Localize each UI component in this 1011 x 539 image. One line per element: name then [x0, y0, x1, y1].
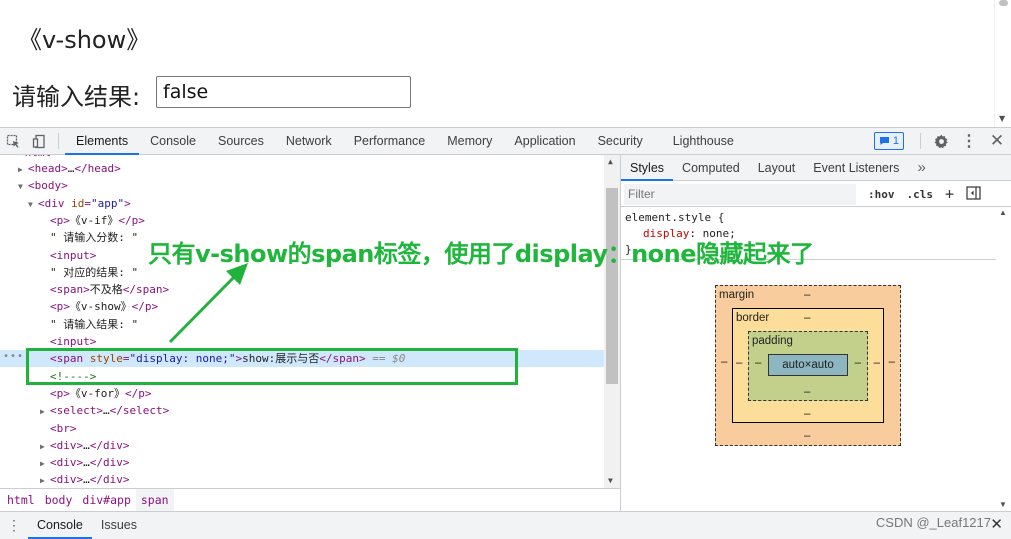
box-model-content: auto×auto: [768, 354, 848, 376]
more-tabs-icon[interactable]: »: [908, 155, 934, 181]
devtools-toolbar: Elements Console Sources Network Perform…: [0, 127, 1011, 155]
annotation-arrow-icon: [168, 263, 248, 344]
dom-node-row[interactable]: ▶ <select>…</select>: [40, 402, 169, 419]
toggle-sidebar-icon[interactable]: [966, 185, 981, 203]
close-devtools-icon[interactable]: ✕: [983, 131, 1011, 151]
box-model-margin: margin – – – – border – – – – padding – …: [715, 285, 901, 446]
breadcrumb: html body div#app span: [0, 488, 620, 511]
hover-state-button[interactable]: :hov: [868, 188, 895, 201]
scroll-down-arrow-icon[interactable]: ▼: [999, 114, 1005, 123]
margin-label: margin: [719, 289, 755, 301]
tab-sources[interactable]: Sources: [207, 128, 275, 155]
drawer-menu-icon[interactable]: ⋮: [0, 517, 28, 534]
dom-node-row[interactable]: <p>《v-for》</p>: [50, 385, 152, 402]
elements-scrollbar[interactable]: ▲ ▼: [604, 155, 620, 488]
dom-node-row[interactable]: <p>《v-show》</p>: [50, 298, 158, 315]
styles-scrollbar[interactable]: ▲ ▼: [995, 208, 1011, 511]
box-model-border: border – – – – padding – – – auto×auto: [732, 308, 884, 423]
breadcrumb-span[interactable]: span: [135, 489, 174, 511]
scroll-up-arrow-icon[interactable]: ▲: [999, 208, 1007, 217]
tab-styles[interactable]: Styles: [621, 155, 674, 181]
drawer-bar: ⋮ Console Issues: [0, 511, 1011, 539]
tab-console[interactable]: Console: [139, 128, 207, 155]
class-toggle-button[interactable]: .cls: [907, 188, 934, 201]
styles-tab-bar: Styles Computed Layout Event Listeners »: [621, 155, 1011, 181]
tab-security[interactable]: Security: [587, 128, 654, 155]
annotation-highlight-box: [26, 348, 518, 385]
dom-node-row[interactable]: ▶ <div>…</div>: [40, 471, 130, 488]
scroll-up-arrow-icon[interactable]: ▲: [608, 157, 613, 166]
dom-node-row[interactable]: " 请输入分数: ": [50, 229, 138, 246]
breadcrumb-html[interactable]: html: [2, 489, 40, 511]
page-scrollbar-thumb[interactable]: [999, 0, 1008, 6]
inspect-element-icon[interactable]: [0, 128, 26, 154]
new-rule-plus-icon[interactable]: +: [945, 185, 954, 203]
toolbar-separator: [58, 133, 59, 149]
styles-pane: Styles Computed Layout Event Listeners »…: [621, 155, 1011, 511]
watermark-text: CSDN @_Leaf1217: [875, 515, 991, 530]
dom-node-row[interactable]: " 对应的结果: ": [50, 264, 138, 281]
dom-node-row[interactable]: ▶ <div>…</div>: [40, 437, 130, 454]
tab-elements[interactable]: Elements: [65, 128, 140, 155]
issues-badge[interactable]: 1: [873, 132, 904, 150]
dom-node-row[interactable]: <input>: [50, 247, 96, 264]
breadcrumb-div-app[interactable]: div#app: [77, 489, 135, 511]
dom-node-row[interactable]: ▶ <head>…</head>: [18, 160, 121, 177]
elements-scrollbar-thumb[interactable]: [606, 188, 618, 384]
drawer-tab-issues[interactable]: Issues: [92, 512, 146, 539]
dom-node-row[interactable]: ▶ <div>…</div>: [40, 454, 130, 471]
breadcrumb-body[interactable]: body: [40, 489, 78, 511]
page-scrollbar[interactable]: ▼: [994, 0, 1011, 127]
page-heading: 《v-show》: [18, 26, 151, 54]
device-toolbar-icon[interactable]: [26, 128, 52, 154]
result-label: 请输入结果:: [12, 83, 141, 111]
tab-event-listeners[interactable]: Event Listeners: [804, 155, 908, 181]
issues-count: 1: [892, 135, 899, 147]
dom-node-row[interactable]: <br>: [50, 420, 77, 437]
tab-memory[interactable]: Memory: [436, 128, 503, 155]
styles-filter-input[interactable]: [624, 183, 856, 205]
dom-node-row[interactable]: ▼ <div id="app">: [28, 195, 131, 212]
tab-layout[interactable]: Layout: [749, 155, 805, 181]
dom-node-row[interactable]: " 请输入结果: ": [50, 316, 138, 333]
elements-panel: <html> ••• ▶<head>…</head>▼<body>▼<div i…: [0, 155, 620, 488]
result-input[interactable]: [156, 76, 411, 108]
annotation-text: 只有v-show的span标签，使用了display：none隐藏起来了: [148, 240, 814, 268]
box-model-padding: padding – – – auto×auto: [748, 331, 868, 401]
padding-label: padding: [752, 335, 793, 347]
styles-filter-bar: :hov .cls +: [621, 182, 1011, 207]
tab-lighthouse[interactable]: Lighthouse: [654, 128, 745, 155]
page-viewport: 《v-show》 请输入结果: ▼: [0, 0, 1011, 127]
node-menu-dots[interactable]: •••: [3, 351, 24, 362]
dom-node-row[interactable]: ▼ <body>: [18, 177, 68, 194]
tab-network[interactable]: Network: [275, 128, 343, 155]
tab-computed[interactable]: Computed: [673, 155, 749, 181]
scroll-down-arrow-icon[interactable]: ▼: [999, 500, 1007, 509]
drawer-tab-console[interactable]: Console: [28, 512, 92, 539]
close-drawer-icon[interactable]: ✕: [990, 515, 1003, 533]
scroll-down-arrow-icon[interactable]: ▼: [608, 476, 613, 485]
more-options-icon[interactable]: ⋮: [955, 131, 983, 151]
border-label: border: [736, 312, 770, 324]
tab-application[interactable]: Application: [503, 128, 586, 155]
dom-node-row[interactable]: <span>不及格</span>: [50, 281, 169, 298]
tab-performance[interactable]: Performance: [343, 128, 437, 155]
rule-selector: element.style {: [625, 211, 725, 224]
dom-node-row[interactable]: <p>《v-if》</p>: [50, 212, 145, 229]
settings-gear-icon[interactable]: [927, 134, 955, 149]
issues-message-icon: [879, 137, 889, 145]
